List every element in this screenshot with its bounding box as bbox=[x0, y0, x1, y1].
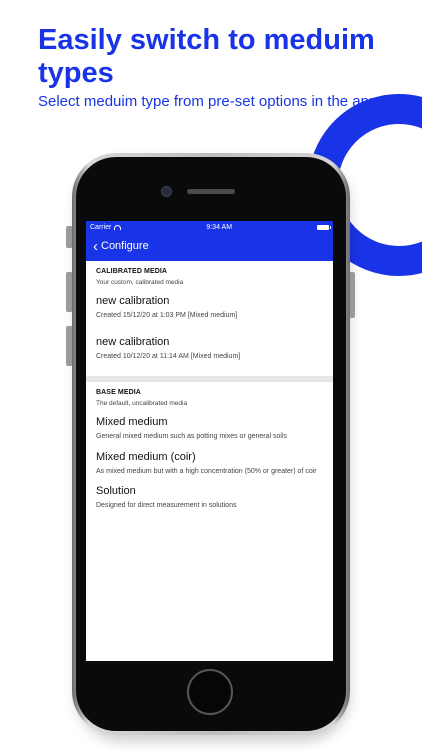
list-item[interactable]: Solution Designed for direct measurement… bbox=[96, 485, 323, 511]
section-title: BASE MEDIA bbox=[96, 389, 141, 396]
navigation-bar: Carrier 9:34 AM ‹ Configure bbox=[86, 221, 333, 261]
list-item[interactable]: new calibration Created 15/12/20 at 1:03… bbox=[96, 295, 323, 321]
item-title: Solution bbox=[96, 485, 136, 497]
section-subtitle: The default, uncalibrated media bbox=[96, 400, 188, 407]
back-button-label: Configure bbox=[101, 240, 149, 252]
battery-icon bbox=[316, 225, 331, 230]
item-title: new calibration bbox=[96, 295, 170, 307]
promo-headline: Easily switch to meduim types bbox=[38, 24, 375, 89]
section-title: CALIBRATED MEDIA bbox=[96, 268, 168, 275]
back-button[interactable]: ‹ Configure bbox=[86, 234, 333, 258]
status-left: Carrier bbox=[90, 224, 122, 231]
base-media-section: BASE MEDIA The default, uncalibrated med… bbox=[86, 382, 333, 511]
app-store-screenshot: Easily switch to meduim types Select med… bbox=[0, 0, 422, 750]
status-time: 9:34 AM bbox=[206, 224, 233, 231]
home-button[interactable] bbox=[187, 669, 233, 715]
item-title: new calibration bbox=[96, 335, 170, 348]
section-subtitle: Your custom, calibrated media bbox=[96, 279, 184, 286]
list-item[interactable]: Mixed medium General mixed medium such a… bbox=[96, 416, 323, 442]
chevron-left-icon: ‹ bbox=[93, 237, 98, 255]
carrier-label: Carrier bbox=[90, 224, 112, 231]
earpiece-speaker bbox=[187, 189, 235, 194]
item-title: Mixed medium (coir) bbox=[96, 450, 196, 463]
status-bar: Carrier 9:34 AM bbox=[86, 221, 333, 234]
front-camera bbox=[161, 186, 172, 197]
item-description: Designed for direct measurement in solut… bbox=[96, 502, 237, 509]
list-item[interactable]: Mixed medium (coir) As mixed medium but … bbox=[96, 451, 323, 477]
calibrated-media-section: CALIBRATED MEDIA Your custom, calibrated… bbox=[86, 261, 333, 361]
wifi-icon bbox=[114, 225, 122, 230]
phone-screen: Carrier 9:34 AM ‹ Configure CALIBRATED M… bbox=[86, 221, 333, 661]
item-title: Mixed medium bbox=[96, 416, 168, 428]
item-description: Created 15/12/20 at 1:03 PM [Mixed mediu… bbox=[96, 312, 238, 319]
list-item[interactable]: new calibration Created 10/12/20 at 11:1… bbox=[96, 336, 323, 362]
item-description: General mixed medium such as potting mix… bbox=[96, 433, 288, 440]
item-description: As mixed medium but with a high concentr… bbox=[96, 467, 317, 475]
item-description: Created 10/12/20 at 11:14 AM [Mixed medi… bbox=[96, 352, 241, 360]
promo-subheadline: Select meduim type from pre-set options … bbox=[38, 93, 378, 110]
